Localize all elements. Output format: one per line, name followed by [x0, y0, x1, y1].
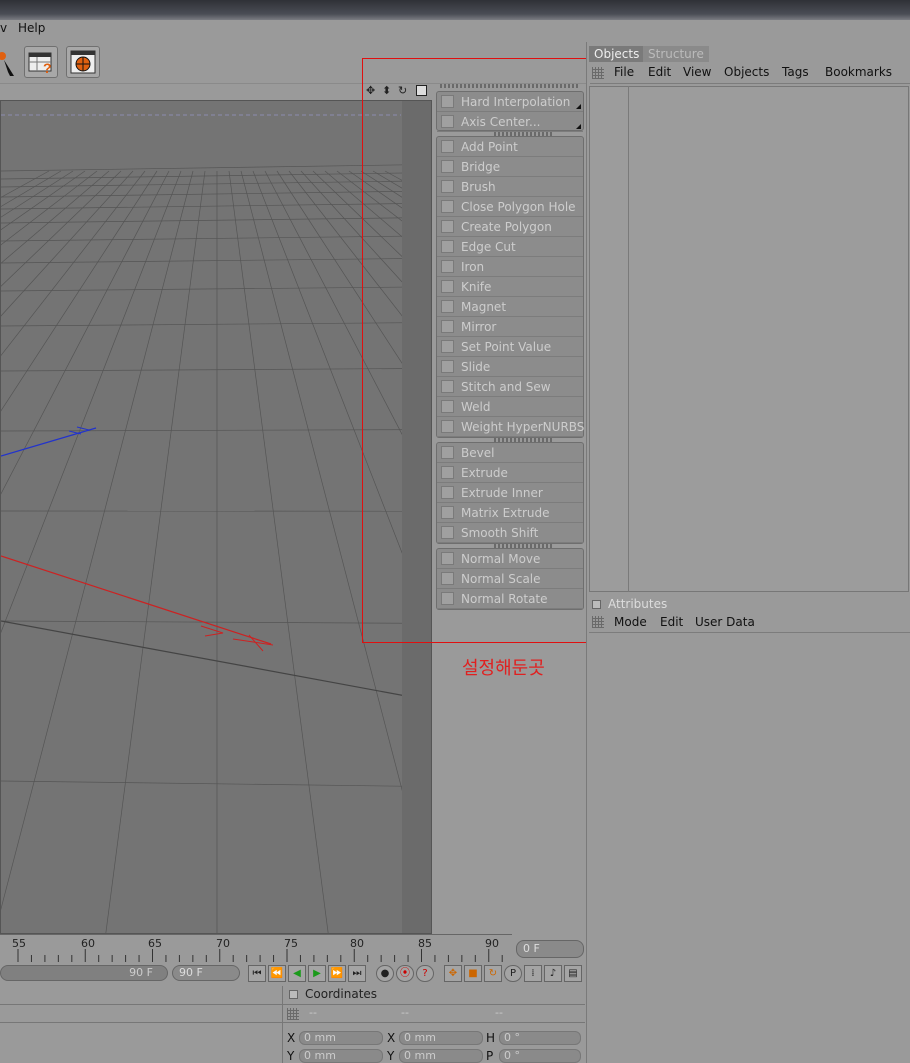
next-key-button[interactable]: ⏩: [328, 965, 346, 982]
timeline-tick: 85: [418, 937, 432, 950]
coordinates-collapse-icon[interactable]: [289, 990, 298, 999]
coord-column-head: --: [495, 1006, 503, 1019]
timeline-tick: 65: [148, 937, 162, 950]
timeline-tick: 80: [350, 937, 364, 950]
param-key-icon[interactable]: P: [504, 965, 522, 982]
svg-text:?: ?: [43, 60, 52, 76]
globe-window-icon: [70, 50, 96, 74]
rotation-h-field[interactable]: 0 °: [499, 1031, 581, 1045]
go-to-start-button[interactable]: ⏮: [248, 965, 266, 982]
play-backward-button[interactable]: ◀: [288, 965, 306, 982]
timeline-tick: 75: [284, 937, 298, 950]
coord-label: P: [486, 1049, 494, 1063]
coord-label: X: [287, 1031, 296, 1045]
objects-column-divider: [628, 86, 629, 592]
auto-key-icon[interactable]: ?: [416, 965, 434, 982]
timeline-tick: 90: [485, 937, 499, 950]
materials-panel: [0, 986, 282, 1063]
z-axis-line: [1, 427, 97, 457]
objects-menu-bar: File Edit View Objects Tags Bookmarks: [590, 62, 910, 84]
position-x-field[interactable]: 0 mm: [299, 1031, 383, 1045]
selection-tool-button[interactable]: [0, 46, 22, 78]
attributes-menu-bar: Mode Edit User Data: [589, 613, 910, 633]
rotation-p-field[interactable]: 0 °: [499, 1049, 581, 1063]
move-key-icon[interactable]: ✥: [444, 965, 462, 982]
objects-list[interactable]: [589, 86, 909, 592]
attributes-header: Attributes: [589, 596, 910, 612]
attributes-menu-edit[interactable]: Edit: [660, 615, 683, 629]
record-disabled-icon[interactable]: ●: [376, 965, 394, 982]
timeline-ticks: [17, 949, 503, 962]
point-level-icon[interactable]: ⁞: [524, 965, 542, 982]
timeline-ruler[interactable]: 55 60 65 70 75 80 85 90: [0, 934, 512, 962]
timeline-button[interactable]: ?: [24, 46, 58, 78]
rotate-key-icon[interactable]: ↻: [484, 965, 502, 982]
objects-menu-view[interactable]: View: [683, 65, 711, 79]
timeline-question-icon: ?: [28, 52, 52, 76]
size-y-field[interactable]: 0 mm: [399, 1049, 483, 1063]
panel-grip-icon: [592, 67, 604, 79]
render-settings-button[interactable]: [66, 46, 100, 78]
position-y-field[interactable]: 0 mm: [299, 1049, 383, 1063]
timeline-tick: 60: [81, 937, 95, 950]
range-slider[interactable]: 90 F: [0, 965, 168, 981]
timeline-tick: 70: [216, 937, 230, 950]
document-icon[interactable]: ▤: [564, 965, 582, 982]
size-x-field[interactable]: 0 mm: [399, 1031, 483, 1045]
coordinates-panel: Coordinates -- -- -- X 0 mm X 0 mm H 0 °…: [282, 986, 585, 1063]
menu-item-help[interactable]: Help: [18, 21, 45, 35]
objects-menu-objects[interactable]: Objects: [724, 65, 769, 79]
objects-menu-bookmarks[interactable]: Bookmarks: [825, 65, 892, 79]
coord-label: Y: [287, 1049, 295, 1063]
objects-menu-edit[interactable]: Edit: [648, 65, 671, 79]
coord-label: Y: [387, 1049, 395, 1063]
attributes-title: Attributes: [608, 597, 668, 611]
annotation-label: 설정해둔곳: [462, 658, 545, 679]
go-to-end-button[interactable]: ⏭: [348, 965, 366, 982]
x-axis-line: [1, 555, 272, 645]
record-key-icon[interactable]: ⦿: [396, 965, 414, 982]
objects-menu-file[interactable]: File: [614, 65, 634, 79]
tab-structure[interactable]: Structure: [643, 46, 709, 62]
panel-grip-icon: [287, 1008, 299, 1020]
attributes-collapse-icon[interactable]: [592, 600, 601, 609]
scale-key-icon[interactable]: ■: [464, 965, 482, 982]
tab-objects[interactable]: Objects: [589, 46, 645, 62]
panel-grip-icon: [592, 616, 604, 628]
current-frame-field[interactable]: 0 F: [516, 940, 584, 958]
attributes-menu-mode[interactable]: Mode: [614, 615, 647, 629]
sound-icon[interactable]: ♪: [544, 965, 562, 982]
objects-menu-tags[interactable]: Tags: [782, 65, 809, 79]
menu-item-partial[interactable]: v: [0, 21, 7, 35]
coord-label: H: [486, 1031, 496, 1045]
play-forward-button[interactable]: ▶: [308, 965, 326, 982]
coord-column-head: --: [309, 1006, 317, 1019]
range-end-field[interactable]: 90 F: [172, 965, 240, 981]
menu-bar: v Help: [0, 20, 590, 38]
coord-column-head: --: [401, 1006, 409, 1019]
attributes-menu-user-data[interactable]: User Data: [695, 615, 755, 629]
previous-key-button[interactable]: ⏪: [268, 965, 286, 982]
cursor-arrow-icon: [0, 52, 14, 76]
timeline-tick: 55: [12, 937, 26, 950]
range-slider-end-label: 90 F: [129, 966, 153, 979]
coord-label: X: [387, 1031, 396, 1045]
coordinates-title: Coordinates: [305, 987, 378, 1001]
window-title-bar: [0, 0, 910, 20]
